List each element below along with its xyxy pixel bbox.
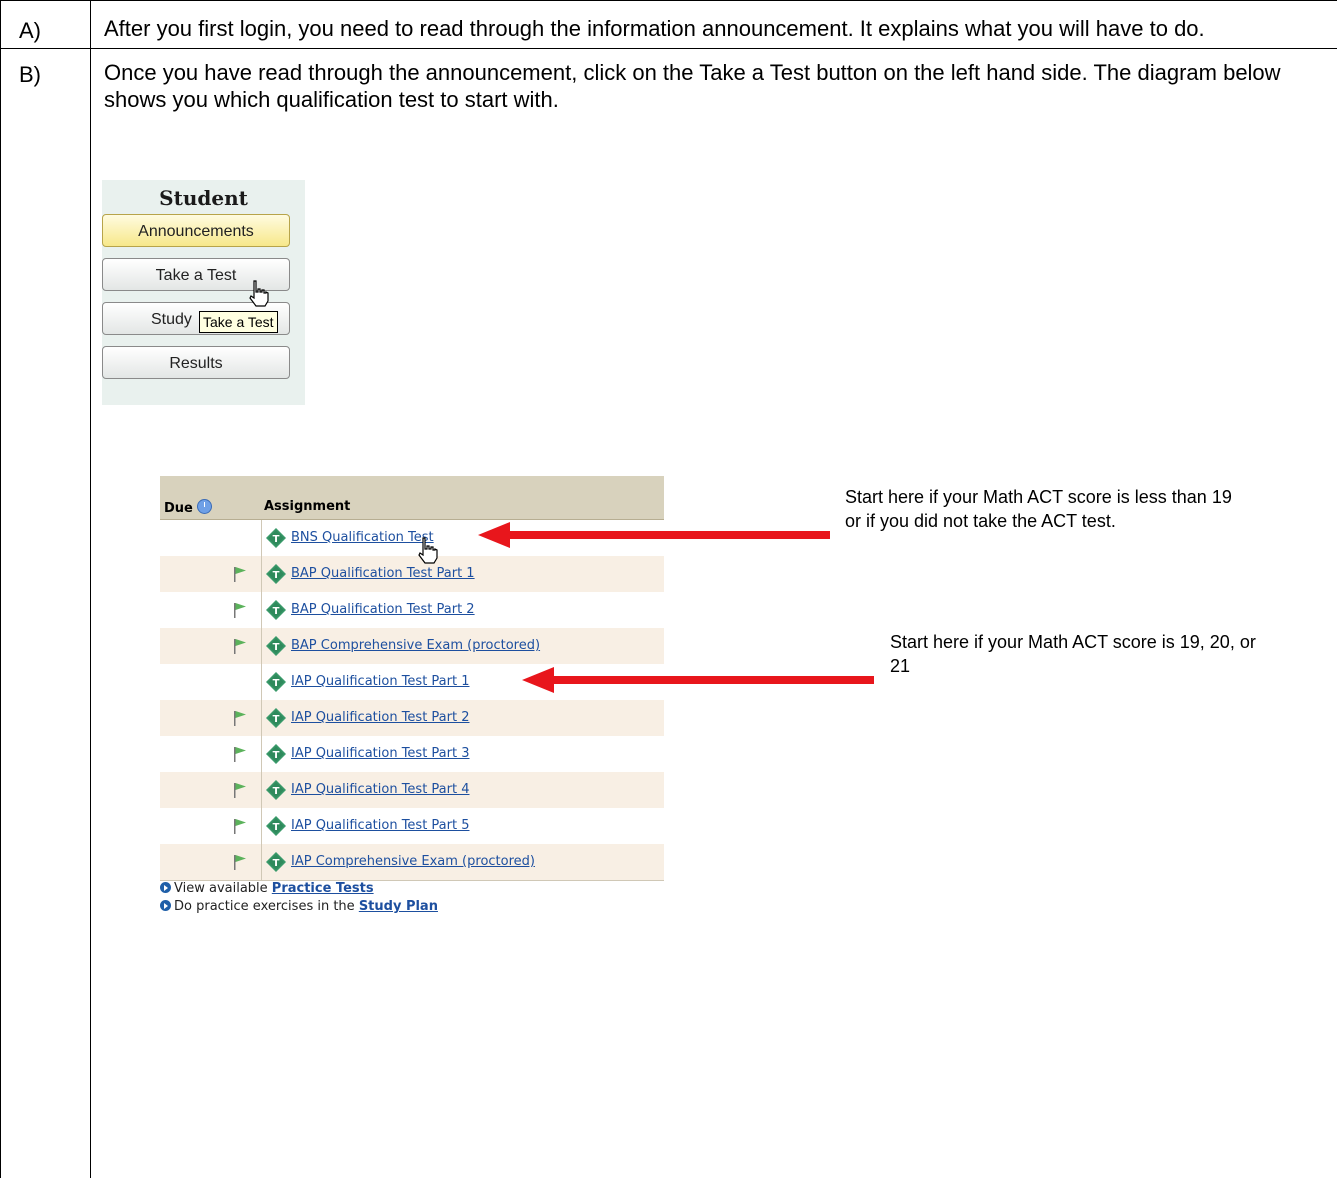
due-column-header: Due [164,499,212,516]
assignment-link[interactable]: BAP Qualification Test Part 1 [291,566,475,581]
note-bns: Start here if your Math ACT score is les… [845,487,1232,531]
assignment-link[interactable]: IAP Comprehensive Exam (proctored) [291,854,535,869]
assignment-link[interactable]: IAP Qualification Test Part 3 [291,746,470,761]
flag-icon [234,855,246,870]
table-row: T IAP Qualification Test Part 4 [160,772,664,808]
assignment-link[interactable]: IAP Qualification Test Part 5 [291,818,470,833]
test-icon: T [266,528,286,548]
assignment-link[interactable]: BAP Comprehensive Exam (proctored) [291,638,540,653]
assignment-column-header: Assignment [264,499,351,514]
svg-text:T: T [273,570,280,581]
arrow-circle-icon [160,882,171,893]
table-row: T IAP Qualification Test Part 2 [160,700,664,736]
svg-text:T: T [273,534,280,545]
due-header-label: Due [164,501,193,516]
table-row: T IAP Comprehensive Exam (proctored) [160,844,664,880]
red-arrow-bns [478,522,830,548]
column-divider [261,700,262,736]
practice-tests-link-row: View available Practice Tests [160,881,374,896]
svg-text:T: T [273,750,280,761]
column-divider [261,736,262,772]
flag-icon [234,747,246,762]
assignment-link[interactable]: IAP Qualification Test Part 4 [291,782,470,797]
practice-tests-link[interactable]: Practice Tests [272,881,374,896]
table-border-top [0,0,1337,1]
column-divider [261,628,262,664]
note-iap: Start here if your Math ACT score is 19,… [890,632,1256,676]
test-icon: T [266,708,286,728]
column-divider [261,556,262,592]
assignment-link[interactable]: BNS Qualification Test [291,530,434,545]
clock-icon [196,499,212,514]
student-panel: Student Announcements Take a Test Study … [102,180,305,405]
svg-text:T: T [273,858,280,869]
step-a-text: After you first login, you need to read … [104,16,1205,41]
study-plan-link[interactable]: Study Plan [359,899,438,914]
column-divider [261,844,262,880]
test-icon: T [266,816,286,836]
practice-tests-prefix: View available [174,881,272,896]
announcements-button[interactable]: Announcements [102,214,290,247]
study-plan-link-row: Do practice exercises in the Study Plan [160,899,438,914]
assignment-link[interactable]: IAP Qualification Test Part 1 [291,674,470,689]
flag-icon [234,819,246,834]
assignment-list-header: Due Assignment [160,476,664,520]
assignment-rows: T BNS Qualification Test T BAP Qualificatio… [160,520,664,880]
flag-icon [234,603,246,618]
svg-text:T: T [273,642,280,653]
svg-text:T: T [273,822,280,833]
results-button[interactable]: Results [102,346,290,379]
table-row: T IAP Qualification Test Part 3 [160,736,664,772]
hand-cursor-icon [249,280,269,307]
study-plan-label: Study [151,311,192,328]
column-divider [261,808,262,844]
take-a-test-tooltip: Take a Test [199,311,278,333]
step-b-text: Once you have read through the announcem… [104,60,1281,112]
flag-icon [234,783,246,798]
test-icon: T [266,780,286,800]
test-icon: T [266,600,286,620]
svg-text:T: T [273,786,280,797]
assignment-link[interactable]: BAP Qualification Test Part 2 [291,602,475,617]
assignment-link[interactable]: IAP Qualification Test Part 2 [291,710,470,725]
table-row: T BAP Comprehensive Exam (proctored) [160,628,664,664]
arrow-circle-icon [160,900,171,911]
column-divider [261,664,262,700]
column-divider [261,520,262,556]
column-divider [261,592,262,628]
student-panel-title: Student [159,186,248,210]
svg-text:T: T [273,714,280,725]
flag-icon [234,567,246,582]
table-border-left [0,0,1,1178]
test-icon: T [266,744,286,764]
svg-text:T: T [273,606,280,617]
table-row: T BAP Qualification Test Part 2 [160,592,664,628]
test-icon: T [266,636,286,656]
svg-text:T: T [273,678,280,689]
flag-icon [234,639,246,654]
test-icon: T [266,852,286,872]
column-divider [261,772,262,808]
flag-icon [234,711,246,726]
hand-cursor-icon [418,537,438,564]
table-column-divider [90,0,91,1178]
table-row-divider [0,48,1337,49]
table-row: T IAP Qualification Test Part 5 [160,808,664,844]
step-b-label: B) [19,62,41,87]
study-plan-prefix: Do practice exercises in the [174,899,359,914]
step-a-label: A) [19,18,41,43]
red-arrow-iap [522,667,874,693]
table-row: T BAP Qualification Test Part 1 [160,556,664,592]
test-icon: T [266,564,286,584]
test-icon: T [266,672,286,692]
